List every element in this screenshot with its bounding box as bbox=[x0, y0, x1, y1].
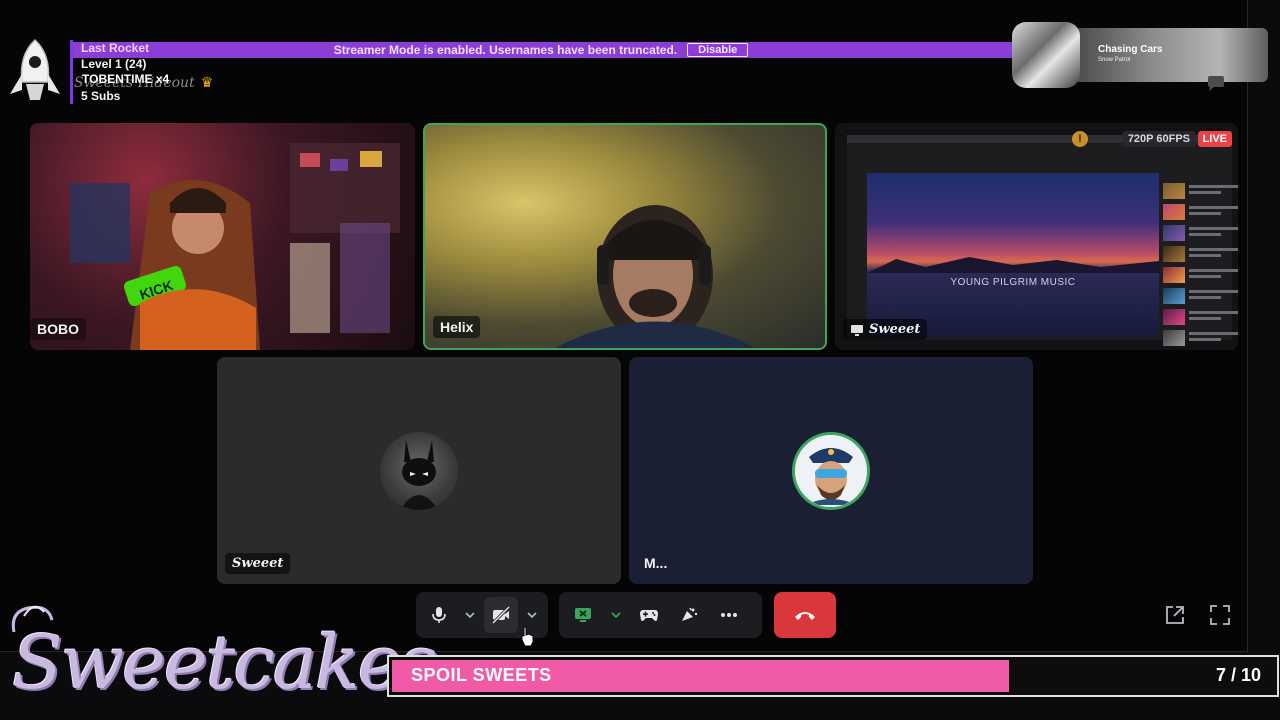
helix-camera-feed bbox=[555, 205, 755, 348]
brand-name: Sweetcakes bbox=[12, 620, 438, 706]
screen-share-icon bbox=[575, 608, 591, 622]
police-avatar-icon bbox=[795, 434, 867, 507]
popout-button[interactable] bbox=[1160, 600, 1190, 630]
live-badge: LIVE bbox=[1197, 131, 1232, 147]
avatar-sweeet bbox=[380, 431, 458, 510]
stream-owner-name: Sweeet bbox=[869, 322, 921, 337]
subgoal-progress-bar: SPOIL SWEETS 7 / 10 bbox=[387, 655, 1279, 697]
rocket-icon bbox=[10, 38, 60, 100]
participant-name-stream: Sweeet bbox=[843, 319, 928, 340]
video-tile-m[interactable]: M... bbox=[629, 357, 1033, 584]
now-playing-widget: Chasing Cars Snow Patrol bbox=[1012, 22, 1268, 88]
streamer-mode-banner: Streamer Mode is enabled. Usernames have… bbox=[70, 42, 1012, 58]
album-art bbox=[1012, 22, 1080, 88]
video-mountains bbox=[867, 257, 1159, 273]
activity-controls bbox=[559, 592, 762, 638]
participant-name-bobo: BOBO bbox=[30, 318, 86, 340]
video-tile-helix[interactable]: Helix bbox=[423, 123, 827, 350]
more-icon bbox=[721, 613, 737, 617]
chevron-down-icon bbox=[465, 612, 475, 619]
participant-name-sweeet: Sweeet bbox=[225, 553, 291, 574]
mouse-cursor-icon bbox=[521, 626, 534, 647]
more-options-button[interactable] bbox=[711, 597, 747, 633]
video-tile-bobo[interactable]: KICK BOBO bbox=[30, 123, 415, 350]
bunny-avatar-icon bbox=[400, 439, 438, 510]
disconnect-button[interactable] bbox=[774, 592, 836, 638]
microphone-options-button[interactable] bbox=[460, 597, 480, 633]
activities-button[interactable] bbox=[631, 597, 667, 633]
participant-name-m: M... bbox=[644, 555, 668, 571]
now-playing-artist: Snow Patrol bbox=[1098, 57, 1131, 63]
shared-browser-window: YOUNG PILGRIM MUSIC bbox=[847, 135, 1238, 346]
soundboard-icon bbox=[682, 607, 698, 621]
screen-share-tile[interactable]: YOUNG PILGRIM MUSIC ! 720P 60FPS LIVE Sw… bbox=[835, 123, 1238, 350]
shared-video-player: YOUNG PILGRIM MUSIC bbox=[867, 173, 1159, 337]
stream-overlay-stage: Streamer Mode is enabled. Usernames have… bbox=[0, 0, 1280, 720]
screen-share-icon bbox=[851, 324, 863, 336]
subgoal-label: SPOIL SWEETS bbox=[411, 665, 552, 685]
participant-name-helix: Helix bbox=[433, 316, 481, 338]
chat-bubble-icon[interactable] bbox=[1206, 74, 1226, 92]
now-playing-song: Chasing Cars bbox=[1098, 44, 1163, 55]
hangup-icon bbox=[795, 612, 815, 620]
crown-icon: ♛ bbox=[200, 75, 214, 91]
video-tile-sweeet[interactable]: Sweeet bbox=[217, 357, 621, 584]
fullscreen-button[interactable] bbox=[1205, 600, 1235, 630]
screen-share-button[interactable] bbox=[565, 597, 601, 633]
brand-logo: Sweetcakes bbox=[4, 598, 438, 716]
chevron-down-icon bbox=[611, 612, 621, 619]
video-recommendations bbox=[1163, 183, 1238, 350]
popout-icon bbox=[1166, 606, 1184, 624]
soundboard-button[interactable] bbox=[671, 597, 707, 633]
gamepad-icon bbox=[640, 610, 658, 621]
streamer-mode-message: Streamer Mode is enabled. Usernames have… bbox=[333, 43, 678, 57]
stream-quality-badge: 720P 60FPS bbox=[1121, 131, 1196, 147]
now-playing-card: Chasing Cars Snow Patrol bbox=[1074, 28, 1268, 82]
chevron-down-icon bbox=[527, 612, 537, 619]
subgoal-count: 7 / 10 bbox=[1215, 665, 1261, 685]
screen-share-options-button[interactable] bbox=[605, 597, 627, 633]
rocket-title: Last Rocket bbox=[81, 41, 150, 55]
bobo-camera-feed: KICK bbox=[70, 143, 400, 350]
rocket-level: Level 1 (24) bbox=[81, 57, 147, 71]
camera-button[interactable] bbox=[484, 597, 518, 633]
rocket-note: TOBENTIME x4 bbox=[82, 72, 170, 86]
disable-streamer-mode-button[interactable]: Disable bbox=[687, 43, 749, 57]
avatar-m bbox=[792, 431, 870, 510]
fullscreen-icon bbox=[1210, 605, 1230, 625]
video-caption: YOUNG PILGRIM MUSIC bbox=[950, 277, 1076, 288]
camera-off-icon bbox=[491, 606, 510, 624]
warning-icon: ! bbox=[1072, 131, 1088, 147]
